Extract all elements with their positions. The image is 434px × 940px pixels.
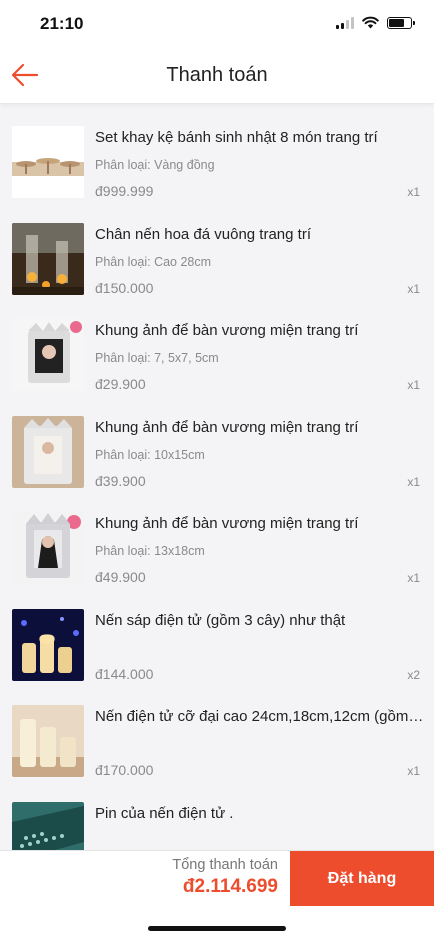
- home-indicator[interactable]: [148, 926, 286, 931]
- product-variant: Phân loại: 13x18cm: [95, 544, 205, 558]
- list-item[interactable]: Set khay kệ bánh sinh nhật 8 món trang t…: [0, 116, 434, 213]
- product-name: Khung ảnh để bàn vương miện trang trí: [95, 322, 359, 339]
- place-order-button[interactable]: Đặt hàng: [290, 851, 434, 906]
- list-item[interactable]: Pin của nến điện tử .: [0, 791, 434, 850]
- product-quantity: x1: [407, 474, 420, 489]
- total-label: Tổng thanh toán: [172, 857, 278, 873]
- page-title: Thanh toán: [166, 64, 268, 86]
- product-price: đ170.000: [95, 762, 154, 778]
- product-quantity: x1: [407, 764, 420, 778]
- product-image: [12, 319, 84, 391]
- product-image: [12, 801, 84, 850]
- product-quantity: x2: [407, 667, 420, 682]
- header: Thanh toán: [0, 48, 434, 104]
- product-name: Nến sáp điện tử (gồm 3 cây) như thật: [95, 611, 346, 629]
- product-name: Nến điện tử cỡ đại cao 24cm,18cm,12cm (g…: [95, 708, 425, 725]
- product-price: đ39.900: [95, 472, 146, 489]
- status-bar: 21:10: [0, 0, 434, 48]
- product-image: [12, 512, 84, 584]
- list-item[interactable]: Khung ảnh để bàn vương miện trang trí Ph…: [0, 309, 434, 406]
- product-name: Chân nến hoa đá vuông trang trí: [95, 225, 311, 243]
- product-price: đ29.900: [95, 376, 146, 392]
- product-name: Set khay kệ bánh sinh nhật 8 món trang t…: [95, 129, 378, 146]
- signal-icon: [336, 16, 354, 29]
- status-icons: [336, 16, 415, 29]
- product-image: [12, 126, 84, 198]
- order-item-list: Set khay kệ bánh sinh nhật 8 món trang t…: [0, 116, 434, 850]
- checkout-footer: Tổng thanh toán đ2.114.699 Đặt hàng: [0, 850, 434, 906]
- product-image: [12, 608, 84, 681]
- wifi-icon: [362, 16, 379, 29]
- product-price: đ49.900: [95, 569, 146, 585]
- list-item[interactable]: Nến điện tử cỡ đại cao 24cm,18cm,12cm (g…: [0, 695, 434, 792]
- product-name: Khung ảnh để bàn vương miện trang trí: [95, 515, 359, 532]
- product-quantity: x1: [407, 378, 420, 392]
- list-item[interactable]: Khung ảnh để bàn vương miện trang trí Ph…: [0, 405, 434, 502]
- product-variant: Phân loại: 10x15cm: [95, 447, 205, 462]
- list-item[interactable]: Chân nến hoa đá vuông trang trí Phân loạ…: [0, 212, 434, 309]
- product-image: [12, 222, 84, 295]
- product-quantity: x1: [407, 185, 420, 199]
- product-variant: Phân loại: Cao 28cm: [95, 254, 212, 269]
- home-area: [0, 906, 434, 940]
- product-name: Pin của nến điện tử .: [95, 804, 234, 822]
- status-time: 21:10: [40, 14, 84, 33]
- total-amount: đ2.114.699: [182, 876, 278, 897]
- product-quantity: x1: [407, 281, 420, 296]
- product-quantity: x1: [407, 571, 420, 585]
- product-variant: Phân loại: 7, 5x7, 5cm: [95, 351, 219, 365]
- product-variant: Phân loại: Vàng đồng: [95, 158, 215, 172]
- product-price: đ144.000: [95, 665, 154, 682]
- product-price: đ999.999: [95, 183, 154, 199]
- battery-icon: [387, 16, 415, 29]
- list-item[interactable]: Nến sáp điện tử (gồm 3 cây) như thật đ14…: [0, 598, 434, 695]
- product-price: đ150.000: [95, 279, 154, 296]
- product-name: Khung ảnh để bàn vương miện trang trí: [95, 418, 359, 436]
- product-image: [12, 415, 84, 488]
- list-item[interactable]: Khung ảnh để bàn vương miện trang trí Ph…: [0, 502, 434, 599]
- product-image: [12, 705, 84, 777]
